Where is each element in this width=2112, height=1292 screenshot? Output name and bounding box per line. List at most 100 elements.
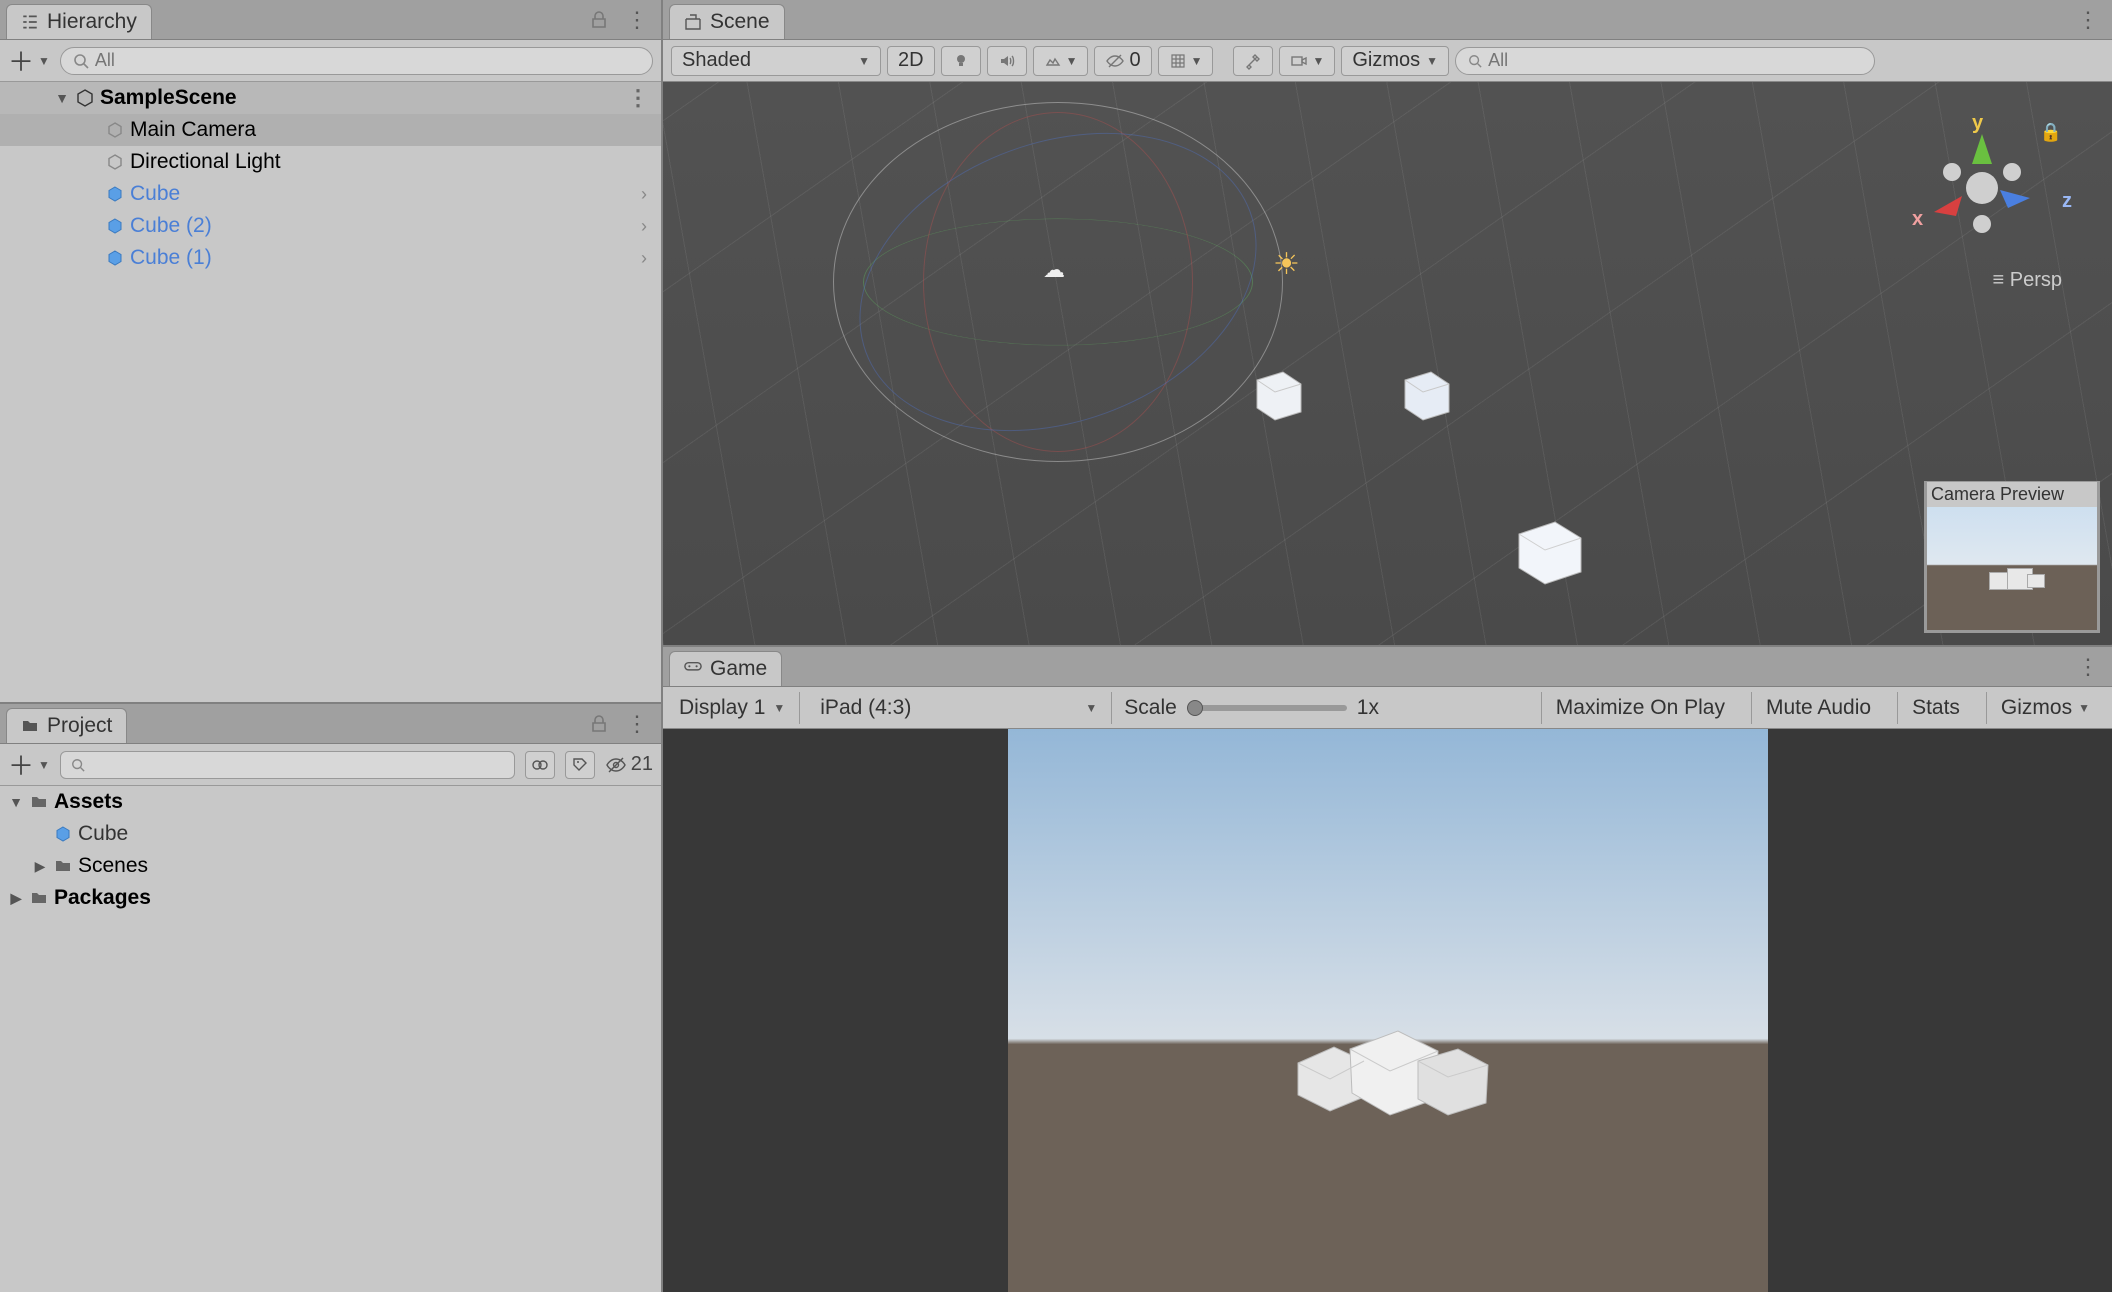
scene-menu-icon[interactable]: ⋮ bbox=[627, 85, 649, 111]
project-assets-folder[interactable]: ▼ Assets bbox=[0, 786, 661, 818]
camera-gizmo-icon[interactable]: ☁ bbox=[1043, 257, 1065, 283]
scene-toolbar: Shaded ▼ 2D ▼ 0 bbox=[663, 40, 2112, 82]
folder-label: Assets bbox=[54, 790, 123, 814]
expand-arrow-icon[interactable]: ▼ bbox=[8, 794, 24, 810]
create-asset-button[interactable]: ＋▼ bbox=[8, 746, 50, 783]
game-toolbar: Display 1 ▼ iPad (4:3) ▼ Scale 1x Maximi… bbox=[663, 687, 2112, 729]
filter-by-label-button[interactable] bbox=[565, 751, 595, 779]
filter-by-type-button[interactable] bbox=[525, 751, 555, 779]
scene-cube-object[interactable] bbox=[1245, 362, 1309, 426]
scene-tab-bar: Scene ⋮ bbox=[663, 0, 2112, 40]
expand-arrow-icon[interactable]: ▶ bbox=[32, 858, 48, 875]
hierarchy-item-label: Cube bbox=[130, 182, 180, 206]
scene-name-label: SampleScene bbox=[100, 86, 237, 110]
kebab-menu-icon[interactable]: ⋮ bbox=[625, 8, 649, 32]
axis-y-label: y bbox=[1972, 112, 1983, 135]
scene-cube-object[interactable] bbox=[1393, 362, 1457, 426]
project-search[interactable] bbox=[60, 751, 515, 779]
hierarchy-item-main-camera[interactable]: Main Camera bbox=[0, 114, 661, 146]
shading-mode-label: Shaded bbox=[682, 49, 751, 72]
project-tree: ▼ Assets Cube ▶ Scenes ▶ bbox=[0, 786, 661, 1292]
camera-preview[interactable]: Camera Preview bbox=[1924, 481, 2100, 633]
hierarchy-search-input[interactable] bbox=[95, 50, 640, 71]
hierarchy-item-directional-light[interactable]: Directional Light bbox=[0, 146, 661, 178]
chevron-right-icon[interactable]: › bbox=[641, 248, 647, 269]
gizmos-dropdown[interactable]: Gizmos ▼ bbox=[1341, 46, 1449, 76]
chevron-down-icon: ▼ bbox=[1312, 54, 1324, 68]
shading-mode-dropdown[interactable]: Shaded ▼ bbox=[671, 46, 881, 76]
game-tab[interactable]: Game bbox=[669, 651, 782, 686]
projection-label[interactable]: ≡ Persp bbox=[1993, 269, 2062, 292]
scene-grid-toggle[interactable]: ▼ bbox=[1158, 46, 1214, 76]
search-icon bbox=[73, 53, 89, 69]
search-icon bbox=[71, 758, 85, 772]
axis-x-label: x bbox=[1912, 208, 1923, 231]
hierarchy-search[interactable] bbox=[60, 47, 653, 75]
folder-icon bbox=[54, 857, 72, 875]
project-tab[interactable]: Project bbox=[6, 708, 127, 743]
slider-knob[interactable] bbox=[1187, 700, 1203, 716]
project-search-input[interactable] bbox=[91, 754, 504, 775]
hierarchy-tree: ▼ SampleScene ⋮ Main Camera Directional … bbox=[0, 82, 661, 702]
scene-cube-object[interactable] bbox=[1503, 512, 1593, 592]
project-packages-folder[interactable]: ▶ Packages bbox=[0, 882, 661, 914]
light-gizmo-icon[interactable]: ☀ bbox=[1273, 247, 1300, 282]
hierarchy-tab[interactable]: Hierarchy bbox=[6, 4, 152, 39]
prefab-icon bbox=[106, 185, 124, 203]
kebab-menu-icon[interactable]: ⋮ bbox=[2076, 8, 2100, 32]
audio-icon bbox=[998, 52, 1016, 70]
gameobject-icon bbox=[106, 153, 124, 171]
scene-search-input[interactable] bbox=[1488, 50, 1862, 71]
project-scenes-folder[interactable]: ▶ Scenes bbox=[0, 850, 661, 882]
hierarchy-toolbar: ＋▼ bbox=[0, 40, 661, 82]
toggle-2d-label: 2D bbox=[898, 49, 924, 72]
game-viewport[interactable] bbox=[663, 729, 2112, 1292]
scene-effects-toggle[interactable]: ▼ bbox=[1033, 46, 1089, 76]
scene-tools-button[interactable] bbox=[1233, 46, 1273, 76]
scale-control: Scale 1x bbox=[1124, 696, 1379, 720]
hierarchy-item-cube[interactable]: Cube › bbox=[0, 178, 661, 210]
scene-icon bbox=[684, 13, 702, 31]
orientation-gizmo[interactable]: 🔒 y z x ≡ Persp bbox=[1912, 112, 2072, 292]
project-tab-bar: Project ⋮ bbox=[0, 704, 661, 744]
lock-icon[interactable] bbox=[587, 712, 611, 736]
chevron-down-icon: ▼ bbox=[1426, 54, 1438, 68]
scene-visibility-toggle[interactable]: 0 bbox=[1094, 46, 1151, 76]
prefab-icon bbox=[106, 217, 124, 235]
scene-tab[interactable]: Scene bbox=[669, 4, 785, 39]
hierarchy-tab-label: Hierarchy bbox=[47, 10, 137, 34]
kebab-menu-icon[interactable]: ⋮ bbox=[2076, 655, 2100, 679]
toggle-2d-button[interactable]: 2D bbox=[887, 46, 935, 76]
scene-lighting-toggle[interactable] bbox=[941, 46, 981, 76]
aspect-dropdown[interactable]: iPad (4:3) ▼ bbox=[812, 692, 1112, 724]
chevron-down-icon: ▼ bbox=[1066, 54, 1078, 68]
mute-audio-button[interactable]: Mute Audio bbox=[1751, 692, 1885, 724]
scene-row[interactable]: ▼ SampleScene ⋮ bbox=[0, 82, 661, 114]
visibility-icon bbox=[605, 754, 627, 776]
projection-text: Persp bbox=[2010, 269, 2062, 291]
chevron-down-icon: ▼ bbox=[773, 701, 785, 715]
chevron-right-icon[interactable]: › bbox=[641, 184, 647, 205]
hierarchy-item-cube-2[interactable]: Cube (2) › bbox=[0, 210, 661, 242]
kebab-menu-icon[interactable]: ⋮ bbox=[625, 712, 649, 736]
lock-icon[interactable] bbox=[587, 8, 611, 32]
expand-arrow-icon[interactable]: ▶ bbox=[8, 890, 24, 907]
scene-camera-button[interactable]: ▼ bbox=[1279, 46, 1335, 76]
scene-audio-toggle[interactable] bbox=[987, 46, 1027, 76]
gizmos-button[interactable]: Gizmos ▼ bbox=[1986, 692, 2104, 724]
hidden-layers-count: 0 bbox=[1129, 49, 1140, 72]
hierarchy-item-cube-1[interactable]: Cube (1) › bbox=[0, 242, 661, 274]
hidden-count[interactable]: 21 bbox=[605, 753, 653, 776]
project-cube-prefab[interactable]: Cube bbox=[0, 818, 661, 850]
game-tab-bar: Game ⋮ bbox=[663, 647, 2112, 687]
scale-slider[interactable] bbox=[1187, 705, 1347, 711]
expand-arrow-icon[interactable]: ▼ bbox=[54, 90, 70, 106]
display-label: Display 1 bbox=[679, 696, 765, 720]
stats-button[interactable]: Stats bbox=[1897, 692, 1974, 724]
chevron-right-icon[interactable]: › bbox=[641, 216, 647, 237]
maximize-on-play-button[interactable]: Maximize On Play bbox=[1541, 692, 1739, 724]
scene-search[interactable] bbox=[1455, 47, 1875, 75]
display-dropdown[interactable]: Display 1 ▼ bbox=[671, 692, 800, 724]
create-button[interactable]: ＋▼ bbox=[8, 42, 50, 79]
scene-viewport[interactable]: ☁ ☀ 🔒 bbox=[663, 82, 2112, 645]
